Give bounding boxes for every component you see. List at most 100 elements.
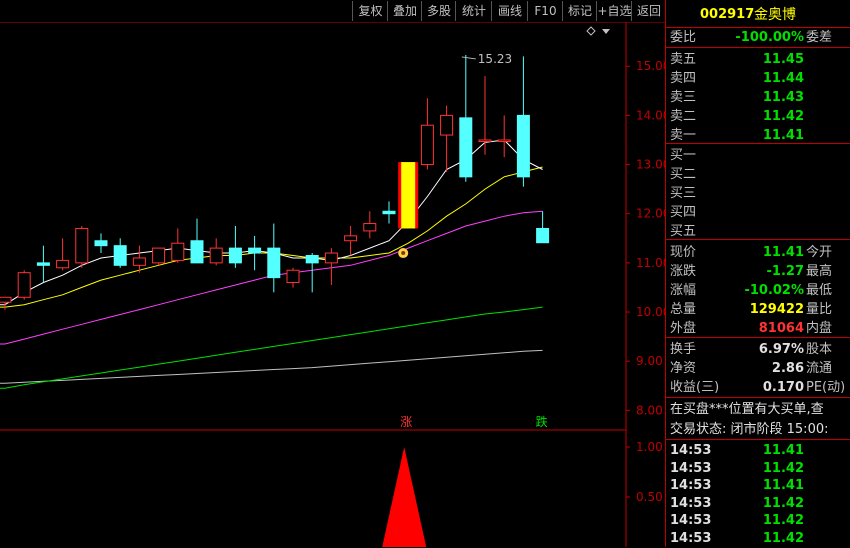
stat-row-0: 现价 11.41 今开 — [666, 243, 850, 262]
chart-markers: 15.23 涨 跌 — [398, 26, 610, 429]
candle-body — [113, 245, 127, 266]
tick-time: 14:53 — [670, 460, 712, 476]
limit-up-candle-body — [401, 162, 416, 229]
candle-body — [363, 223, 377, 232]
buy-level-2: 买二 — [666, 165, 850, 184]
toolbar-button-4[interactable]: 画线 — [491, 1, 528, 21]
stock-name: 金奥博 — [754, 7, 796, 23]
signal-triangle — [382, 447, 427, 547]
stat-row-3-label: 总量 — [670, 302, 697, 317]
candle-body — [56, 259, 70, 269]
divider — [666, 143, 850, 144]
stat2-row-0: 换手 6.97% 股本 — [666, 340, 850, 359]
toolbar-button-8[interactable]: 返回 — [631, 1, 666, 21]
stat2-row-1-value: 2.86 — [771, 361, 804, 376]
toolbar-button-2[interactable]: 多股 — [421, 1, 456, 21]
high-label: 15.23 — [478, 52, 512, 66]
candle-body — [190, 240, 204, 264]
candle-body — [286, 269, 300, 284]
indicator-tick-label: 1.00 — [636, 440, 663, 454]
fall-marker: 跌 — [536, 414, 548, 429]
stock-header: 002917 金奥博 — [666, 4, 850, 26]
buy-level-3-label: 买三 — [670, 186, 697, 201]
tick-time: 14:53 — [670, 443, 712, 458]
tick-row: 14:53 11.41 — [666, 476, 850, 495]
candle-body — [75, 227, 89, 264]
divider — [666, 337, 850, 338]
candle-body — [344, 235, 358, 242]
ma60-line — [0, 306, 543, 389]
stat-row-0-label2: 今开 — [806, 245, 833, 260]
candle-body — [94, 240, 108, 247]
buy-level-1-label: 买一 — [670, 148, 697, 163]
tick-price: 11.42 — [762, 460, 804, 476]
price-tick-label: 14.00 — [636, 108, 665, 122]
stat2-row-2-label2: PE(动) — [806, 380, 846, 395]
candle-body — [209, 247, 223, 264]
weicha-label: 委差 — [806, 30, 833, 45]
status-row: 交易状态: 闭市阶段 15:00: — [666, 420, 850, 439]
sell-level-5: 卖五 11.45 — [666, 50, 850, 69]
candle-body — [228, 247, 242, 264]
buy-level-1: 买一 — [666, 146, 850, 165]
candle-body — [171, 242, 185, 261]
candle-body — [17, 272, 31, 298]
divider — [666, 397, 850, 398]
buy-level-4: 买四 — [666, 203, 850, 222]
divider — [666, 239, 850, 240]
stat-row-1-label2: 最高 — [806, 264, 833, 279]
stat2-row-2-value: 0.170 — [762, 380, 804, 395]
candle-body — [36, 262, 50, 266]
price-tick-label: 10.00 — [636, 305, 665, 319]
tick-row: 14:53 11.42 — [666, 459, 850, 478]
stat-row-2-label2: 最低 — [806, 283, 833, 298]
toolbar-button-1[interactable]: 叠加 — [387, 1, 422, 21]
tick-price: 11.42 — [762, 513, 804, 529]
candle-body — [248, 247, 262, 254]
candle-body — [152, 247, 166, 264]
stat-row-1-label: 涨跌 — [670, 264, 697, 279]
chart-frame — [0, 22, 665, 547]
indicator-pane: 1.00 0.50 — [382, 440, 663, 547]
tick-row: 14:53 11.42 — [666, 511, 850, 530]
candlesticks — [0, 54, 550, 310]
toolbar-button-7[interactable]: +自选 — [596, 1, 632, 21]
divider — [666, 47, 850, 48]
stat2-row-1: 净资 2.86 流通 — [666, 359, 850, 378]
weibi-row: 委比 -100.00% 委差 — [666, 28, 850, 47]
sell-level-3-label: 卖三 — [670, 90, 697, 105]
toolbar-button-3[interactable]: 统计 — [455, 1, 492, 21]
candle-body — [497, 139, 511, 142]
tick-time: 14:53 — [670, 478, 712, 494]
stat2-row-1-label2: 流通 — [806, 361, 833, 376]
candle-body — [516, 114, 530, 178]
tick-price: 11.42 — [762, 495, 804, 511]
stat-row-3-label2: 量比 — [806, 302, 833, 317]
sell-level-4-label: 卖四 — [670, 71, 697, 86]
tick-time: 14:53 — [670, 513, 712, 529]
candle-body — [420, 124, 434, 166]
weibi-value: -100.00% — [735, 30, 804, 45]
stat-row-4-label2: 内盘 — [806, 321, 833, 336]
stat-row-2-label: 涨幅 — [670, 283, 697, 298]
stat-row-4: 外盘 81064 内盘 — [666, 319, 850, 338]
stock-code: 002917 — [700, 7, 755, 22]
quote-panel: 002917 金奥博 委比 -100.00% 委差 卖五 11.45 卖四 11.44… — [665, 0, 850, 547]
toolbar-button-6[interactable]: 标记 — [562, 1, 597, 21]
stat2-row-0-label: 换手 — [670, 342, 697, 357]
sell-level-3: 卖三 11.43 — [666, 88, 850, 107]
toolbar-button-5[interactable]: F10 — [527, 1, 563, 21]
stat2-row-0-label2: 股本 — [806, 342, 833, 357]
candle-body — [478, 139, 492, 142]
money-bag-icon-center — [401, 251, 406, 256]
high-arrow — [461, 56, 476, 60]
candle-body — [132, 257, 146, 266]
notice-row: 在买盘***位置有大买单,查 — [666, 400, 850, 419]
stat-row-0-value: 11.41 — [762, 245, 804, 260]
tick-price: 11.41 — [762, 478, 804, 494]
toolbar-button-0[interactable]: 复权 — [352, 1, 388, 21]
candle-body — [267, 247, 281, 279]
candle-body — [459, 117, 473, 178]
notice-text: 在买盘***位置有大买单,查 — [670, 402, 824, 417]
price-tick-label: 12.00 — [636, 207, 665, 221]
